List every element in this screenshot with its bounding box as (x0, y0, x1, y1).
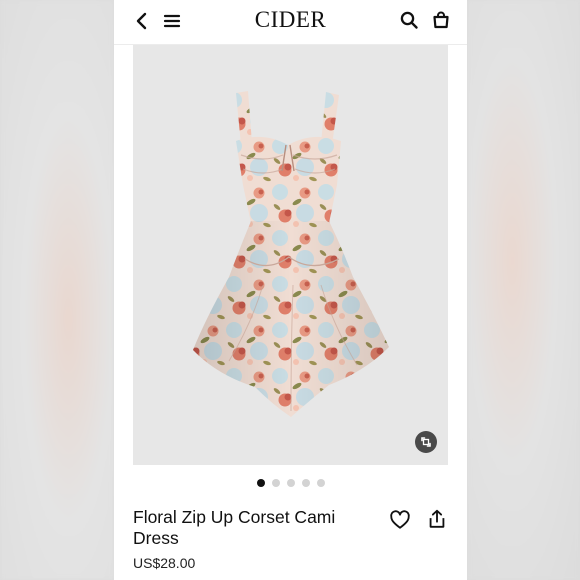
app-screen: CIDER Floral Zip Up Corset Cami Dress US… (114, 0, 467, 580)
carousel-pagination (114, 479, 467, 487)
carousel-dot[interactable] (316, 479, 325, 487)
blurred-background-right (467, 0, 580, 580)
product-price: US$28.00 (133, 555, 196, 571)
product-image-carousel[interactable] (133, 45, 448, 465)
heart-icon[interactable] (389, 509, 411, 531)
carousel-dot[interactable] (301, 479, 310, 487)
blurred-background-left (0, 0, 114, 580)
carousel-dot[interactable] (256, 479, 265, 487)
carousel-dot[interactable] (271, 479, 280, 487)
carousel-dot[interactable] (286, 479, 295, 487)
top-nav-bar: CIDER (114, 0, 467, 45)
expand-icon[interactable] (415, 431, 437, 453)
share-icon[interactable] (426, 508, 448, 530)
product-title: Floral Zip Up Corset Cami Dress (133, 507, 336, 548)
shopping-bag-icon[interactable] (431, 10, 451, 30)
search-icon[interactable] (399, 10, 419, 30)
product-image (193, 91, 389, 417)
